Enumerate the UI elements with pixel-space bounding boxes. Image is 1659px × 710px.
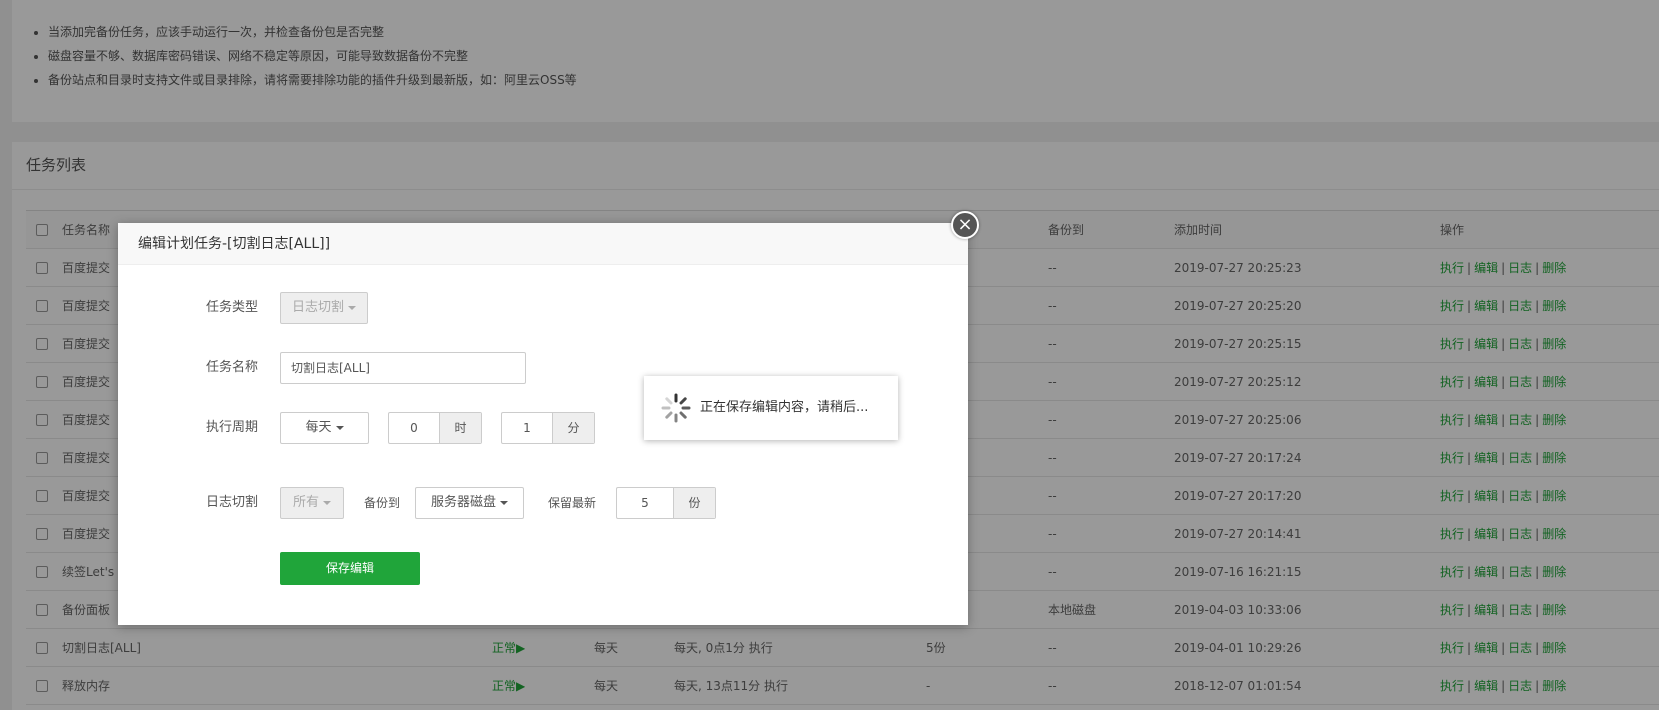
task-name-label: 任务名称 [205,360,258,375]
log-cut-value: 所有 [292,495,319,510]
task-type-dropdown[interactable]: 日志切割 [280,292,368,324]
backup-to-label: 备份到 [364,496,401,510]
close-icon[interactable]: × [951,211,979,239]
loading-text: 正在保存编辑内容，请稍后... [700,400,869,415]
task-name-input[interactable]: 切割日志[ALL] [280,352,526,384]
caret-down-icon [500,500,508,505]
keep-latest-label: 保留最新 [548,496,597,510]
keep-unit: 份 [673,488,715,518]
backup-to-value: 服务器磁盘 [430,495,496,510]
cycle-dropdown[interactable]: 每天 [280,412,369,444]
caret-down-icon [335,425,344,430]
caret-down-icon [348,305,356,310]
task-type-label: 任务类型 [205,300,258,315]
backup-to-dropdown[interactable]: 服务器磁盘 [415,487,524,519]
minute-input[interactable]: 1 [502,413,552,443]
hour-input-group: 0 时 [388,412,482,444]
save-edit-button[interactable]: 保存编辑 [280,552,420,585]
log-cut-label: 日志切割 [205,495,258,510]
minute-input-group: 1 分 [501,412,595,444]
spinner-icon [661,393,691,423]
caret-down-icon [323,500,331,505]
minute-unit: 分 [552,413,594,443]
task-type-value: 日志切割 [291,300,344,315]
modal-title: 编辑计划任务-[切割日志[ALL]] [118,223,968,265]
keep-count-input[interactable]: 5 [617,488,673,518]
loading-toast: 正在保存编辑内容，请稍后... [644,376,898,440]
cycle-value: 每天 [305,420,332,435]
hour-input[interactable]: 0 [389,413,439,443]
cycle-label: 执行周期 [205,420,258,435]
log-cut-dropdown[interactable]: 所有 [280,487,344,519]
keep-input-group: 5 份 [616,487,716,519]
hour-unit: 时 [439,413,481,443]
